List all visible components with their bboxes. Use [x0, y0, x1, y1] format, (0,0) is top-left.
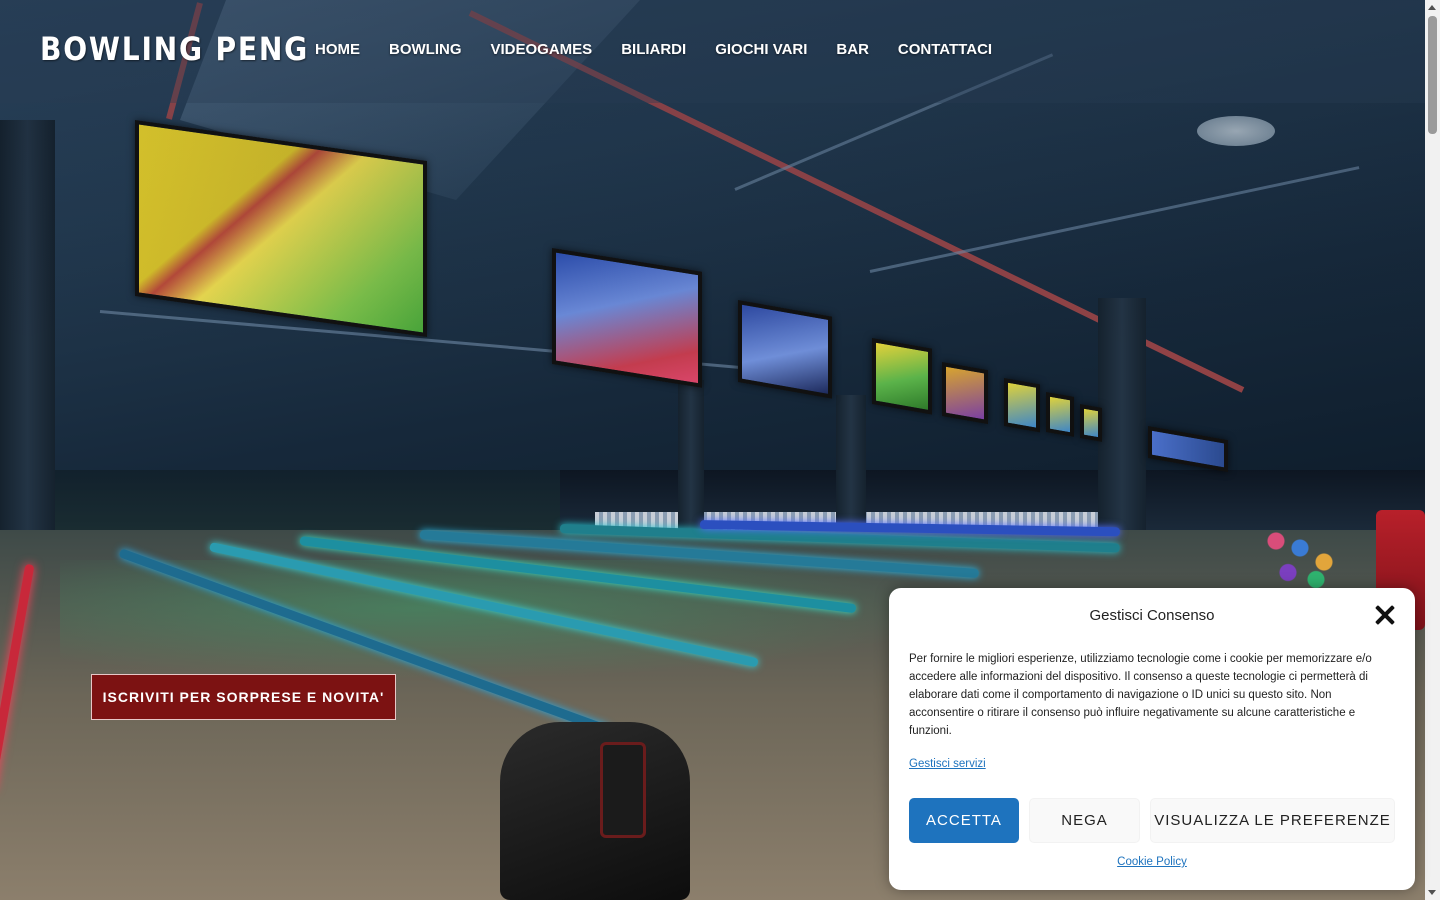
deny-button[interactable]: NEGA	[1029, 798, 1140, 843]
view-preferences-button[interactable]: VISUALIZZA LE PREFERENZE	[1150, 798, 1395, 843]
site-logo[interactable]: BOWLING PENG	[40, 30, 309, 68]
subscribe-button[interactable]: ISCRIVITI PER SORPRESE E NOVITA'	[91, 674, 396, 720]
cookie-consent-dialog: Gestisci Consenso Per fornire le miglior…	[889, 588, 1415, 890]
manage-services-link[interactable]: Gestisci servizi	[909, 758, 986, 770]
consent-description: Per fornire le migliori esperienze, util…	[909, 653, 1372, 737]
close-icon[interactable]	[1375, 605, 1395, 625]
cookie-policy-link[interactable]: Cookie Policy	[889, 856, 1415, 868]
consent-title: Gestisci Consenso	[1089, 607, 1215, 624]
main-nav: HOME BOWLING VIDEOGAMES BILIARDI GIOCHI …	[315, 41, 1021, 58]
nav-contattaci[interactable]: CONTATTACI	[898, 41, 992, 58]
scroll-thumb[interactable]	[1428, 16, 1437, 134]
nav-home[interactable]: HOME	[315, 41, 360, 58]
accept-button[interactable]: ACCETTA	[909, 798, 1019, 843]
site-header: BOWLING PENG HOME BOWLING VIDEOGAMES BIL…	[0, 0, 1425, 103]
page-scrollbar[interactable]	[1425, 0, 1440, 900]
nav-biliardi[interactable]: BILIARDI	[621, 41, 686, 58]
scroll-down-arrow-icon[interactable]	[1428, 890, 1436, 895]
scroll-up-arrow-icon[interactable]	[1428, 5, 1436, 10]
nav-videogames[interactable]: VIDEOGAMES	[491, 41, 593, 58]
nav-bowling[interactable]: BOWLING	[389, 41, 462, 58]
nav-bar[interactable]: BAR	[836, 41, 869, 58]
nav-giochi-vari[interactable]: GIOCHI VARI	[715, 41, 807, 58]
